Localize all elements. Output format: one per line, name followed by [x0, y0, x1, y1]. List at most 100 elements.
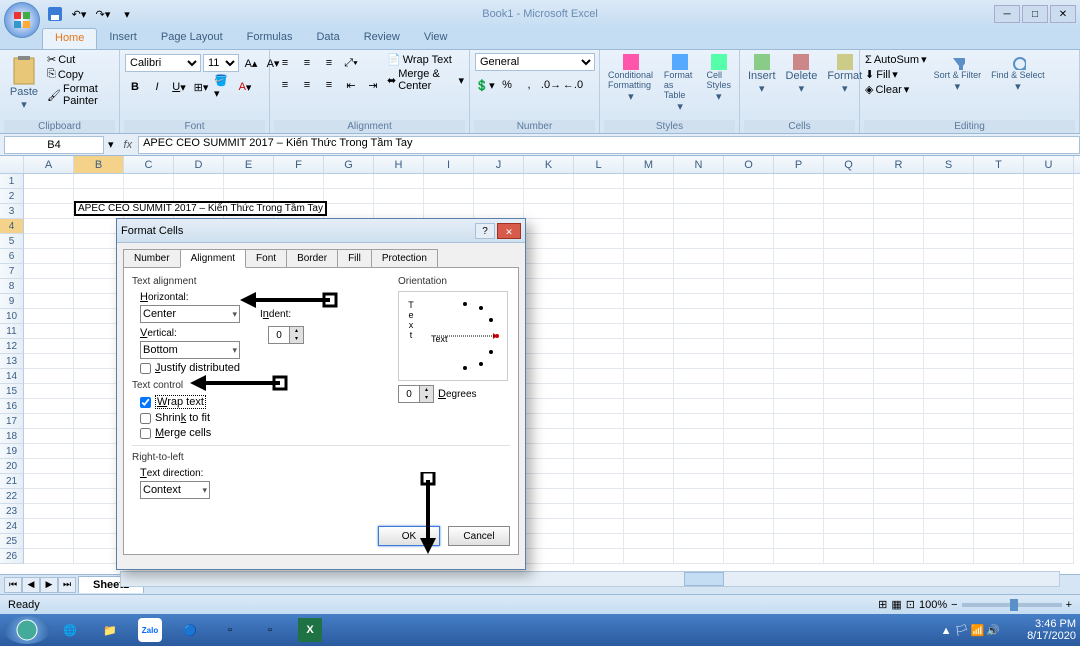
col-header-O[interactable]: O — [724, 156, 774, 173]
row-header-15[interactable]: 15 — [0, 384, 24, 399]
tab-home[interactable]: Home — [42, 28, 97, 49]
insert-cells-button[interactable]: Insert▾ — [744, 52, 780, 97]
row-header-11[interactable]: 11 — [0, 324, 24, 339]
undo-icon[interactable]: ↶▾ — [68, 3, 90, 25]
maximize-button[interactable]: □ — [1022, 5, 1048, 23]
col-header-C[interactable]: C — [124, 156, 174, 173]
row-header-8[interactable]: 8 — [0, 279, 24, 294]
row-header-24[interactable]: 24 — [0, 519, 24, 534]
row-header-25[interactable]: 25 — [0, 534, 24, 549]
degrees-spinner[interactable]: ▴▾ — [398, 385, 434, 403]
decrease-decimal-icon[interactable]: ←.0 — [563, 75, 583, 95]
name-box[interactable]: B4 — [4, 136, 104, 154]
dialog-tab-alignment[interactable]: Alignment — [180, 249, 246, 268]
system-tray[interactable]: ▲ 🏳 📶 🔊 — [941, 624, 1000, 637]
dialog-tab-border[interactable]: Border — [286, 249, 338, 268]
currency-icon[interactable]: 💲▾ — [475, 75, 495, 95]
row-header-13[interactable]: 13 — [0, 354, 24, 369]
italic-button[interactable]: I — [147, 77, 167, 97]
row-header-14[interactable]: 14 — [0, 369, 24, 384]
col-header-T[interactable]: T — [974, 156, 1024, 173]
clear-button[interactable]: ◈ Clear ▾ — [864, 82, 928, 97]
horizontal-scrollbar[interactable] — [120, 571, 1060, 587]
autosum-button[interactable]: Σ AutoSum ▾ — [864, 52, 928, 67]
row-header-17[interactable]: 17 — [0, 414, 24, 429]
border-button[interactable]: ⊞▾ — [191, 77, 211, 97]
minimize-button[interactable]: ─ — [994, 5, 1020, 23]
save-icon[interactable] — [44, 3, 66, 25]
merge-center-button[interactable]: ⬌ Merge & Center ▾ — [386, 67, 465, 93]
paste-button[interactable]: Paste▾ — [4, 52, 44, 113]
row-header-26[interactable]: 26 — [0, 549, 24, 564]
col-header-J[interactable]: J — [474, 156, 524, 173]
col-header-L[interactable]: L — [574, 156, 624, 173]
col-header-E[interactable]: E — [224, 156, 274, 173]
zoom-in-button[interactable]: + — [1066, 599, 1072, 611]
taskbar-clock[interactable]: 3:46 PM 8/17/2020 — [1027, 618, 1076, 642]
number-format-select[interactable]: General — [475, 53, 595, 71]
font-size-select[interactable]: 11 — [203, 54, 239, 72]
row-header-20[interactable]: 20 — [0, 459, 24, 474]
fill-color-button[interactable]: 🪣▾ — [213, 77, 233, 97]
shrink-fit-checkbox[interactable] — [140, 413, 151, 424]
row-header-4[interactable]: 4 — [0, 219, 24, 234]
formula-input[interactable]: APEC CEO SUMMIT 2017 – Kiến Thức Trong T… — [138, 136, 1080, 154]
cancel-button[interactable]: Cancel — [448, 526, 510, 546]
taskbar-chrome-icon[interactable]: 🔵 — [170, 616, 210, 644]
qat-customize-icon[interactable]: ▾ — [116, 3, 138, 25]
col-header-H[interactable]: H — [374, 156, 424, 173]
sheet-nav-prev-icon[interactable]: ◀ — [22, 577, 40, 593]
delete-cells-button[interactable]: Delete▾ — [782, 52, 822, 97]
zoom-slider[interactable] — [962, 603, 1062, 607]
col-header-S[interactable]: S — [924, 156, 974, 173]
col-header-N[interactable]: N — [674, 156, 724, 173]
row-header-19[interactable]: 19 — [0, 444, 24, 459]
col-header-G[interactable]: G — [324, 156, 374, 173]
underline-button[interactable]: U▾ — [169, 77, 189, 97]
row-header-1[interactable]: 1 — [0, 174, 24, 189]
tab-view[interactable]: View — [412, 28, 460, 49]
col-header-M[interactable]: M — [624, 156, 674, 173]
merge-cells-checkbox[interactable] — [140, 428, 151, 439]
row-header-10[interactable]: 10 — [0, 309, 24, 324]
row-header-6[interactable]: 6 — [0, 249, 24, 264]
grow-font-icon[interactable]: A▴ — [241, 53, 261, 73]
col-header-F[interactable]: F — [274, 156, 324, 173]
tab-insert[interactable]: Insert — [97, 28, 149, 49]
fx-icon[interactable]: fx — [124, 139, 133, 151]
tray-network-icon[interactable]: 📶 — [971, 624, 985, 637]
row-header-18[interactable]: 18 — [0, 429, 24, 444]
row-header-7[interactable]: 7 — [0, 264, 24, 279]
comma-icon[interactable]: , — [519, 75, 539, 95]
align-right-icon[interactable]: ≡ — [319, 75, 339, 95]
format-table-button[interactable]: Format as Table▾ — [660, 52, 701, 115]
fill-button[interactable]: ⬇ Fill ▾ — [864, 67, 928, 82]
col-header-P[interactable]: P — [774, 156, 824, 173]
office-button[interactable] — [4, 2, 40, 38]
row-header-22[interactable]: 22 — [0, 489, 24, 504]
taskbar-app1-icon[interactable]: ▫ — [210, 616, 250, 644]
zoom-level[interactable]: 100% — [919, 599, 947, 611]
tab-formulas[interactable]: Formulas — [235, 28, 305, 49]
dialog-tab-protection[interactable]: Protection — [371, 249, 438, 268]
percent-icon[interactable]: % — [497, 75, 517, 95]
align-bottom-icon[interactable]: ≡ — [319, 53, 339, 73]
row-header-3[interactable]: 3 — [0, 204, 24, 219]
orientation-icon[interactable]: ⤢▾ — [341, 53, 361, 73]
row-header-21[interactable]: 21 — [0, 474, 24, 489]
col-header-K[interactable]: K — [524, 156, 574, 173]
row-header-12[interactable]: 12 — [0, 339, 24, 354]
copy-button[interactable]: ⎘ Copy — [46, 67, 115, 82]
col-header-A[interactable]: A — [24, 156, 74, 173]
col-header-R[interactable]: R — [874, 156, 924, 173]
sheet-nav-next-icon[interactable]: ▶ — [40, 577, 58, 593]
dialog-tab-font[interactable]: Font — [245, 249, 287, 268]
tab-review[interactable]: Review — [352, 28, 412, 49]
row-header-2[interactable]: 2 — [0, 189, 24, 204]
tab-data[interactable]: Data — [304, 28, 351, 49]
dialog-tab-fill[interactable]: Fill — [337, 249, 372, 268]
format-painter-button[interactable]: 🖌 Format Painter — [46, 82, 115, 108]
dialog-help-button[interactable]: ? — [475, 223, 495, 239]
tray-volume-icon[interactable]: 🔊 — [986, 624, 1000, 637]
col-header-U[interactable]: U — [1024, 156, 1074, 173]
